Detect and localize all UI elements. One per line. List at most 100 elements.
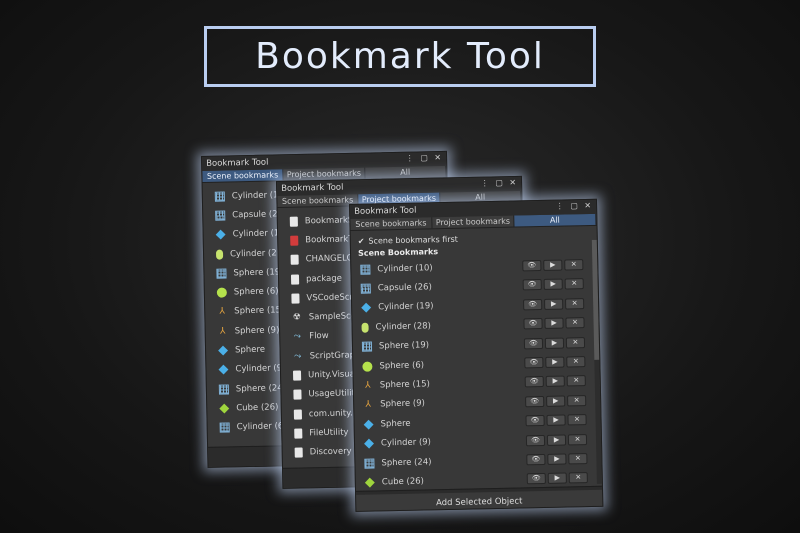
select-button[interactable]: ▶	[546, 414, 566, 427]
view-button[interactable]: 👁	[525, 415, 545, 427]
item-label: Cube (26)	[381, 476, 425, 488]
item-label: Cylinder (19)	[378, 301, 434, 313]
row-actions: 👁 ▶ ✕	[523, 297, 585, 311]
remove-button[interactable]: ✕	[567, 433, 588, 445]
item-label: BookmarkT	[305, 234, 354, 246]
item-label: Cylinder (2	[229, 247, 277, 259]
item-label: CHANGELO	[305, 253, 354, 265]
document-icon	[290, 274, 300, 285]
item-label: Flow	[309, 331, 329, 342]
window-footer: Add Selected Object	[356, 485, 603, 512]
tab-1[interactable]: Project bookmarks	[283, 167, 366, 181]
add-selected-object-button[interactable]: Add Selected Object	[356, 489, 603, 512]
banner-title: Bookmark Tool	[255, 36, 545, 77]
cube-icon	[361, 303, 372, 314]
grid-icon	[364, 458, 375, 469]
remove-button[interactable]: ✕	[567, 394, 587, 407]
item-label: Sphere (19)	[378, 340, 430, 352]
item-label: Sphere	[234, 344, 266, 356]
tab-0[interactable]: Scene bookmarks	[350, 217, 433, 230]
window-controls[interactable]: ⋮ ▢ ✕	[406, 153, 444, 163]
item-label: Sphere	[380, 418, 411, 430]
select-button[interactable]: ▶	[545, 375, 565, 388]
item-label: SampleSce	[308, 311, 357, 323]
view-button[interactable]: 👁	[523, 298, 543, 311]
select-button[interactable]: ▶	[547, 453, 567, 465]
item-label: Sphere (19)	[233, 267, 284, 279]
tripod-icon: ⅄	[365, 400, 372, 411]
window-controls[interactable]: ⋮ ▢ ✕	[556, 201, 594, 211]
grid-icon	[361, 341, 373, 353]
cube-icon	[364, 438, 374, 449]
sphere-icon	[216, 287, 227, 298]
row-actions: 👁 ▶ ✕	[522, 278, 584, 291]
select-button[interactable]: ▶	[547, 472, 567, 485]
row-actions: 👁 ▶ ✕	[524, 356, 586, 369]
view-button[interactable]: 👁	[522, 279, 542, 291]
item-label: Sphere (6)	[379, 360, 425, 372]
select-button[interactable]: ▶	[545, 356, 565, 368]
remove-button[interactable]: ✕	[564, 278, 584, 290]
tab-0[interactable]: Scene bookmarks	[277, 194, 359, 207]
item-label: package	[305, 273, 343, 284]
select-button[interactable]: ▶	[546, 395, 566, 407]
window-title: Bookmark Tool	[354, 205, 417, 217]
grid-icon	[215, 210, 226, 221]
remove-button[interactable]: ✕	[567, 414, 587, 426]
view-button[interactable]: 👁	[524, 356, 544, 369]
document-icon	[290, 254, 299, 265]
view-button[interactable]: 👁	[523, 318, 543, 330]
item-label: Cylinder (10)	[377, 262, 433, 275]
select-button[interactable]: ▶	[544, 298, 564, 310]
remove-button[interactable]: ✕	[566, 356, 586, 368]
item-label: Sphere (24)	[381, 456, 432, 468]
view-button[interactable]: 👁	[525, 395, 545, 408]
remove-button[interactable]: ✕	[565, 297, 585, 310]
grid-icon	[360, 264, 371, 275]
tab-2[interactable]: All	[514, 213, 597, 227]
row-actions: 👁 ▶ ✕	[522, 259, 584, 272]
sphere-icon	[362, 361, 373, 372]
view-button[interactable]: 👁	[524, 376, 544, 388]
select-button[interactable]: ▶	[546, 434, 567, 446]
checkmark-icon: ✔	[357, 236, 365, 246]
item-label: Cylinder (1	[231, 190, 279, 202]
remove-button[interactable]: ✕	[566, 375, 586, 387]
tripod-icon: ⅄	[364, 380, 371, 391]
select-button[interactable]: ▶	[544, 317, 564, 330]
view-button[interactable]: 👁	[522, 259, 542, 272]
item-label: Cylinder (9	[235, 363, 283, 375]
select-button[interactable]: ▶	[543, 278, 563, 291]
document-red-icon	[290, 235, 299, 246]
view-button[interactable]: 👁	[526, 453, 546, 466]
window-title: Bookmark Tool	[206, 157, 269, 169]
cube-green-icon	[364, 477, 375, 488]
capsule-icon	[361, 322, 369, 333]
remove-button[interactable]: ✕	[565, 336, 586, 349]
grid-icon	[218, 384, 229, 395]
select-button[interactable]: ▶	[544, 337, 565, 349]
item-label: Sphere (15)	[379, 379, 431, 391]
banner-title-box: Bookmark Tool	[204, 26, 596, 87]
tab-1[interactable]: Project bookmarks	[432, 215, 515, 229]
view-button[interactable]: 👁	[526, 473, 546, 485]
row-actions: 👁 ▶ ✕	[526, 452, 588, 466]
window-controls[interactable]: ⋮ ▢ ✕	[481, 178, 519, 188]
remove-button[interactable]: ✕	[564, 259, 584, 271]
remove-button[interactable]: ✕	[568, 472, 588, 484]
item-label: FileUtility	[309, 427, 349, 439]
flow-icon: ⤳	[293, 331, 301, 343]
remove-button[interactable]: ✕	[565, 317, 585, 329]
item-label: Cylinder (28)	[375, 321, 432, 333]
item-label: Sphere (15)	[234, 305, 285, 317]
cube-icon	[218, 364, 229, 375]
view-button[interactable]: 👁	[523, 337, 544, 349]
tripod-icon: ⅄	[219, 326, 226, 337]
item-label: UsageUtilit	[308, 388, 356, 400]
select-button[interactable]: ▶	[543, 259, 563, 271]
view-button[interactable]: 👁	[525, 434, 546, 446]
remove-button[interactable]: ✕	[568, 452, 588, 465]
tab-0[interactable]: Scene bookmarks	[202, 169, 284, 182]
tab-2[interactable]: All	[364, 165, 447, 179]
toggle-label: Scene bookmarks first	[368, 234, 458, 246]
